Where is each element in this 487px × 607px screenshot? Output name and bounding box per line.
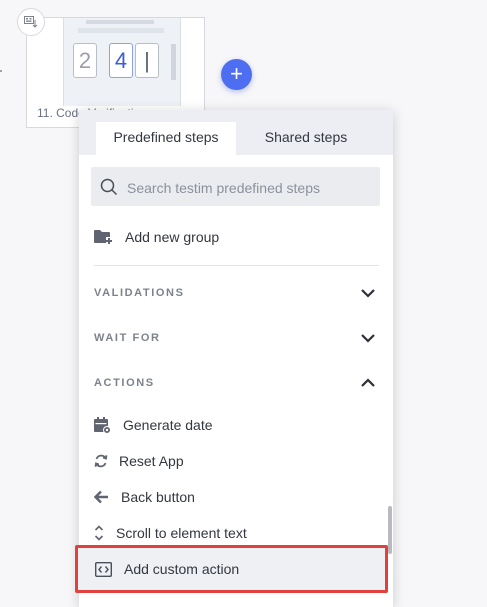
code-digit-box: 4	[109, 43, 133, 78]
section-actions[interactable]: ACTIONS	[79, 372, 389, 394]
calendar-gear-icon	[94, 416, 111, 434]
search-input[interactable]	[125, 167, 379, 208]
popup-scrollbar[interactable]	[388, 506, 392, 554]
popup-tab-bar: Predefined steps Shared steps	[79, 110, 393, 155]
section-title: WAIT FOR	[94, 332, 161, 344]
tab-shared-steps[interactable]: Shared steps	[239, 122, 373, 155]
chevron-down-icon	[361, 289, 375, 298]
highlight-box: Add custom action	[75, 545, 388, 593]
action-label: Reset App	[119, 453, 184, 469]
add-step-button[interactable]: +	[221, 59, 252, 90]
action-label: Add custom action	[124, 561, 240, 577]
code-digit-box: 2	[73, 43, 97, 78]
action-item-scroll-to-element-text[interactable]: Scroll to element text	[79, 522, 389, 544]
folder-add-icon	[94, 230, 112, 244]
action-label: Back button	[121, 489, 195, 505]
section-title: VALIDATIONS	[94, 287, 185, 299]
action-item-reset-app[interactable]: Reset App	[79, 450, 389, 472]
divider	[94, 265, 379, 266]
section-validations[interactable]: VALIDATIONS	[79, 282, 389, 304]
scroll-vertical-icon	[94, 525, 104, 541]
step-thumbnail: 2 4 |	[63, 18, 181, 106]
refresh-icon	[94, 454, 108, 468]
section-title: ACTIONS	[94, 377, 155, 389]
chevron-down-icon	[361, 334, 375, 343]
thumbnail-bar	[86, 20, 154, 24]
section-wait-for[interactable]: WAIT FOR	[79, 327, 389, 349]
steps-popup: Predefined steps Shared steps Add new gr…	[79, 110, 393, 607]
action-label: Scroll to element text	[116, 525, 247, 541]
action-item-generate-date[interactable]: Generate date	[79, 414, 389, 436]
action-item-back-button[interactable]: Back button	[79, 486, 389, 508]
action-item-add-custom-action[interactable]: Add custom action	[78, 548, 385, 590]
add-new-group-label: Add new group	[125, 229, 220, 245]
canvas-edge-marker	[0, 70, 2, 72]
step-type-icon[interactable]	[17, 8, 45, 36]
code-brackets-icon	[95, 561, 112, 577]
search-box[interactable]	[91, 167, 380, 208]
arrow-left-icon	[94, 490, 108, 504]
add-new-group-item[interactable]: Add new group	[79, 224, 389, 250]
keyboard-icon	[24, 16, 38, 28]
thumbnail-bar	[78, 28, 164, 33]
chevron-up-icon	[361, 378, 375, 387]
tab-predefined-steps[interactable]: Predefined steps	[96, 122, 236, 155]
code-digit-box: |	[135, 43, 159, 78]
action-label: Generate date	[123, 417, 213, 433]
search-icon	[100, 178, 118, 196]
thumbnail-rail	[171, 44, 176, 80]
